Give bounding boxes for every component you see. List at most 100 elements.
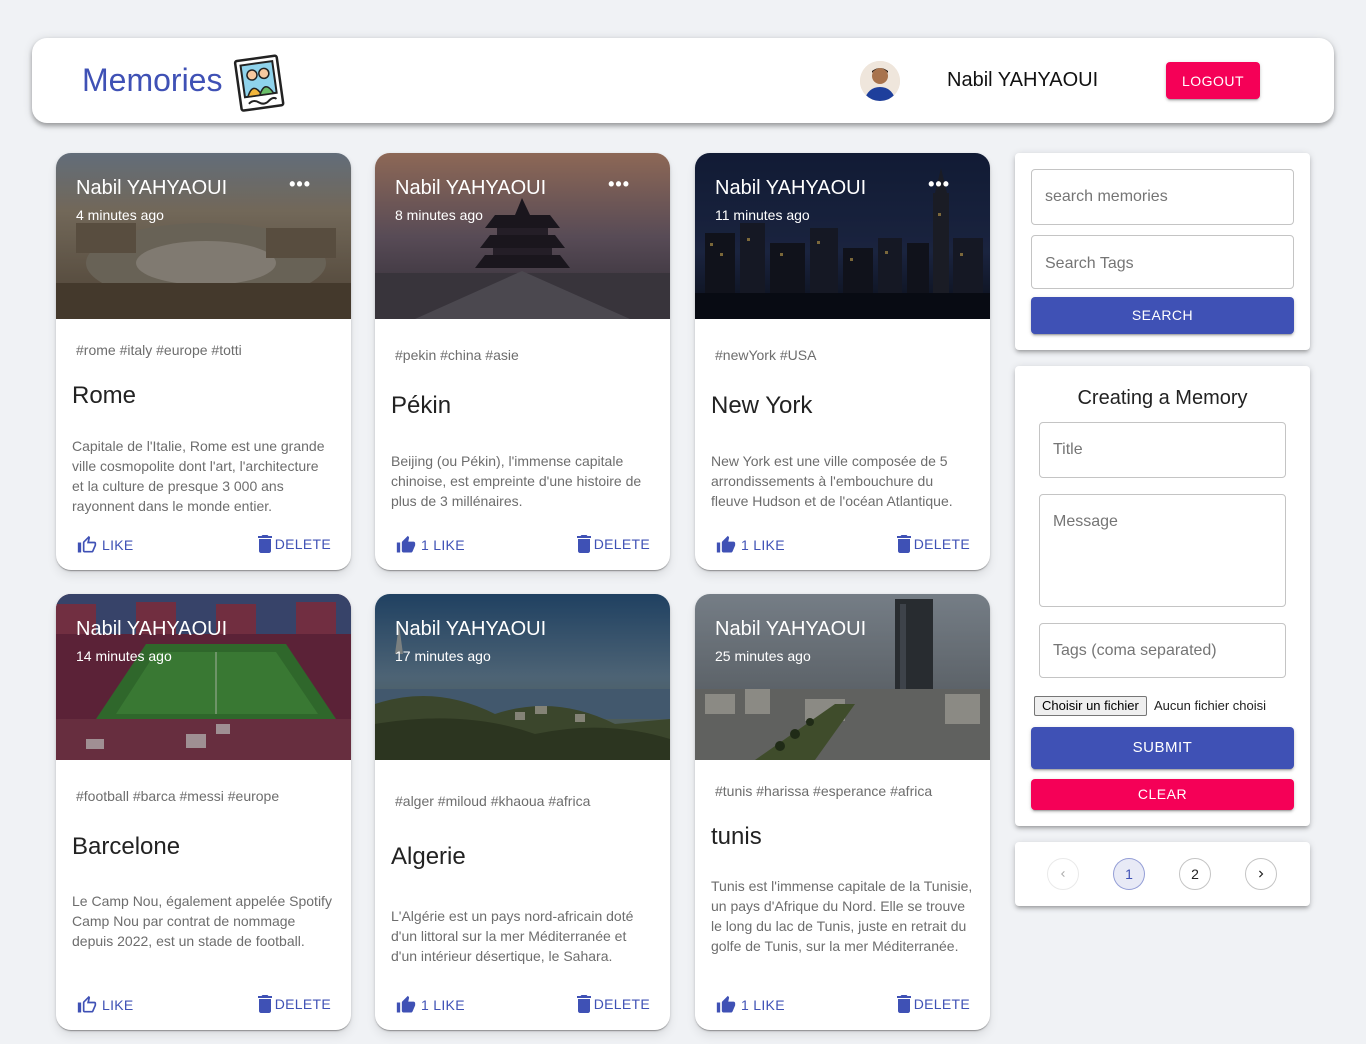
delete-label: DELETE — [274, 536, 331, 552]
post-message: New York est une ville composée de 5 arr… — [711, 453, 953, 509]
delete-label: DELETE — [913, 536, 970, 552]
post-card: Nabil YAHYAOUI 8 minutes ago ••• #pekin … — [375, 153, 670, 570]
trash-icon — [896, 535, 911, 553]
delete-label: DELETE — [593, 536, 650, 552]
more-options-icon[interactable]: ••• — [928, 175, 950, 193]
post-card: Nabil YAHYAOUI 14 minutes ago #football … — [56, 594, 351, 1030]
post-time: 11 minutes ago — [715, 207, 810, 223]
post-author: Nabil YAHYAOUI — [76, 177, 228, 199]
like-button[interactable]: LIKE — [76, 995, 134, 1015]
delete-label: DELETE — [274, 996, 331, 1012]
post-message: Le Camp Nou, également appelée Spotify C… — [72, 893, 332, 949]
submit-button[interactable]: SUBMIT — [1031, 727, 1294, 769]
chevron-right-icon — [1259, 870, 1264, 878]
thumb-up-outline-icon — [77, 535, 97, 553]
chevron-left-icon — [1061, 871, 1065, 877]
post-title: tunis — [711, 823, 762, 850]
pagination: 1 2 — [1015, 842, 1310, 906]
post-tags: #football #barca #messi #europe — [76, 788, 280, 804]
user-name: Nabil YAHYAOUI — [947, 69, 1099, 91]
like-button[interactable]: 1 LIKE — [715, 995, 785, 1015]
post-actions: 1 LIKE DELETE — [715, 535, 970, 559]
brand-title[interactable]: Memories — [82, 62, 222, 99]
post-card: Nabil YAHYAOUI 17 minutes ago #alger #mi… — [375, 594, 670, 1030]
post-tags: #tunis #harissa #esperance #africa — [715, 783, 933, 799]
post-time: 14 minutes ago — [76, 648, 172, 664]
message-textarea[interactable]: Message — [1039, 494, 1286, 607]
like-button[interactable]: LIKE — [76, 535, 134, 555]
tags-input[interactable]: Tags (coma separated) — [1039, 623, 1286, 678]
message-placeholder: Message — [1053, 513, 1118, 530]
post-title: Barcelone — [72, 833, 181, 860]
post-time: 17 minutes ago — [395, 648, 491, 664]
post-actions: 1 LIKE DELETE — [395, 995, 650, 1019]
delete-button[interactable]: DELETE — [257, 995, 331, 1013]
trash-icon — [576, 995, 591, 1013]
like-button[interactable]: 1 LIKE — [395, 995, 465, 1015]
thumb-up-icon — [396, 535, 416, 553]
trash-icon — [576, 535, 591, 553]
search-tags-input[interactable]: Search Tags — [1031, 235, 1294, 289]
delete-button[interactable]: DELETE — [576, 995, 650, 1013]
more-options-icon[interactable]: ••• — [289, 175, 311, 193]
post-time: 25 minutes ago — [715, 648, 811, 664]
post-title: Rome — [72, 382, 137, 409]
delete-label: DELETE — [913, 996, 970, 1012]
form-heading: Creating a Memory — [1077, 387, 1248, 409]
create-memory-form: Creating a Memory Title Message Tags (co… — [1015, 366, 1310, 826]
post-tags: #newYork #USA — [715, 347, 817, 363]
post-image: Nabil YAHYAOUI 8 minutes ago ••• — [375, 153, 670, 319]
post-author: Nabil YAHYAOUI — [715, 177, 867, 199]
like-label: 1 LIKE — [421, 997, 465, 1013]
previous-page-button[interactable] — [1047, 858, 1079, 890]
search-memories-placeholder: search memories — [1045, 188, 1168, 205]
post-actions: LIKE DELETE — [76, 995, 331, 1019]
post-image: Nabil YAHYAOUI 11 minutes ago ••• — [695, 153, 990, 319]
next-page-button[interactable] — [1245, 858, 1277, 890]
memories-photo-icon — [233, 54, 285, 112]
search-tags-placeholder: Search Tags — [1045, 255, 1134, 272]
clear-button[interactable]: CLEAR — [1031, 779, 1294, 810]
trash-icon — [896, 995, 911, 1013]
post-actions: 1 LIKE DELETE — [715, 995, 970, 1019]
delete-button[interactable]: DELETE — [896, 995, 970, 1013]
post-image: Nabil YAHYAOUI 4 minutes ago ••• — [56, 153, 351, 319]
thumb-up-icon — [716, 535, 736, 553]
post-card: Nabil YAHYAOUI 11 minutes ago ••• #newYo… — [695, 153, 990, 570]
file-status: Aucun fichier choisi — [1154, 698, 1266, 713]
post-actions: 1 LIKE DELETE — [395, 535, 650, 559]
post-tags: #rome #italy #europe #totti — [76, 342, 242, 358]
post-author: Nabil YAHYAOUI — [76, 618, 228, 640]
page-button-2[interactable]: 2 — [1179, 858, 1211, 890]
choose-file-button[interactable]: Choisir un fichier — [1034, 696, 1147, 716]
post-message: Beijing (ou Pékin), l'immense capitale c… — [391, 453, 642, 509]
search-memories-input[interactable]: search memories — [1031, 169, 1294, 225]
trash-icon — [257, 995, 272, 1013]
search-panel: search memories Search Tags SEARCH — [1015, 153, 1310, 350]
like-label: 1 LIKE — [741, 997, 785, 1013]
user-avatar — [860, 61, 900, 101]
search-button[interactable]: SEARCH — [1031, 297, 1294, 334]
delete-label: DELETE — [593, 996, 650, 1012]
post-actions: LIKE DELETE — [76, 535, 331, 559]
title-input[interactable]: Title — [1039, 422, 1286, 478]
trash-icon — [257, 535, 272, 553]
post-image: Nabil YAHYAOUI 17 minutes ago — [375, 594, 670, 760]
delete-button[interactable]: DELETE — [576, 535, 650, 553]
post-tags: #alger #miloud #khaoua #africa — [395, 793, 591, 809]
post-time: 4 minutes ago — [76, 207, 164, 223]
like-button[interactable]: 1 LIKE — [395, 535, 465, 555]
delete-button[interactable]: DELETE — [257, 535, 331, 553]
like-button[interactable]: 1 LIKE — [715, 535, 785, 555]
delete-button[interactable]: DELETE — [896, 535, 970, 553]
post-message: L'Algérie est un pays nord-africain doté… — [391, 908, 634, 964]
logout-button[interactable]: LOGOUT — [1166, 62, 1260, 99]
tags-placeholder: Tags (coma separated) — [1053, 642, 1217, 659]
post-tags: #pekin #china #asie — [395, 347, 519, 363]
post-author: Nabil YAHYAOUI — [395, 618, 547, 640]
thumb-up-outline-icon — [77, 995, 97, 1013]
page-button-1[interactable]: 1 — [1113, 858, 1145, 890]
post-title: New York — [711, 392, 813, 419]
post-card: Nabil YAHYAOUI 25 minutes ago #tunis #ha… — [695, 594, 990, 1030]
more-options-icon[interactable]: ••• — [608, 175, 630, 193]
